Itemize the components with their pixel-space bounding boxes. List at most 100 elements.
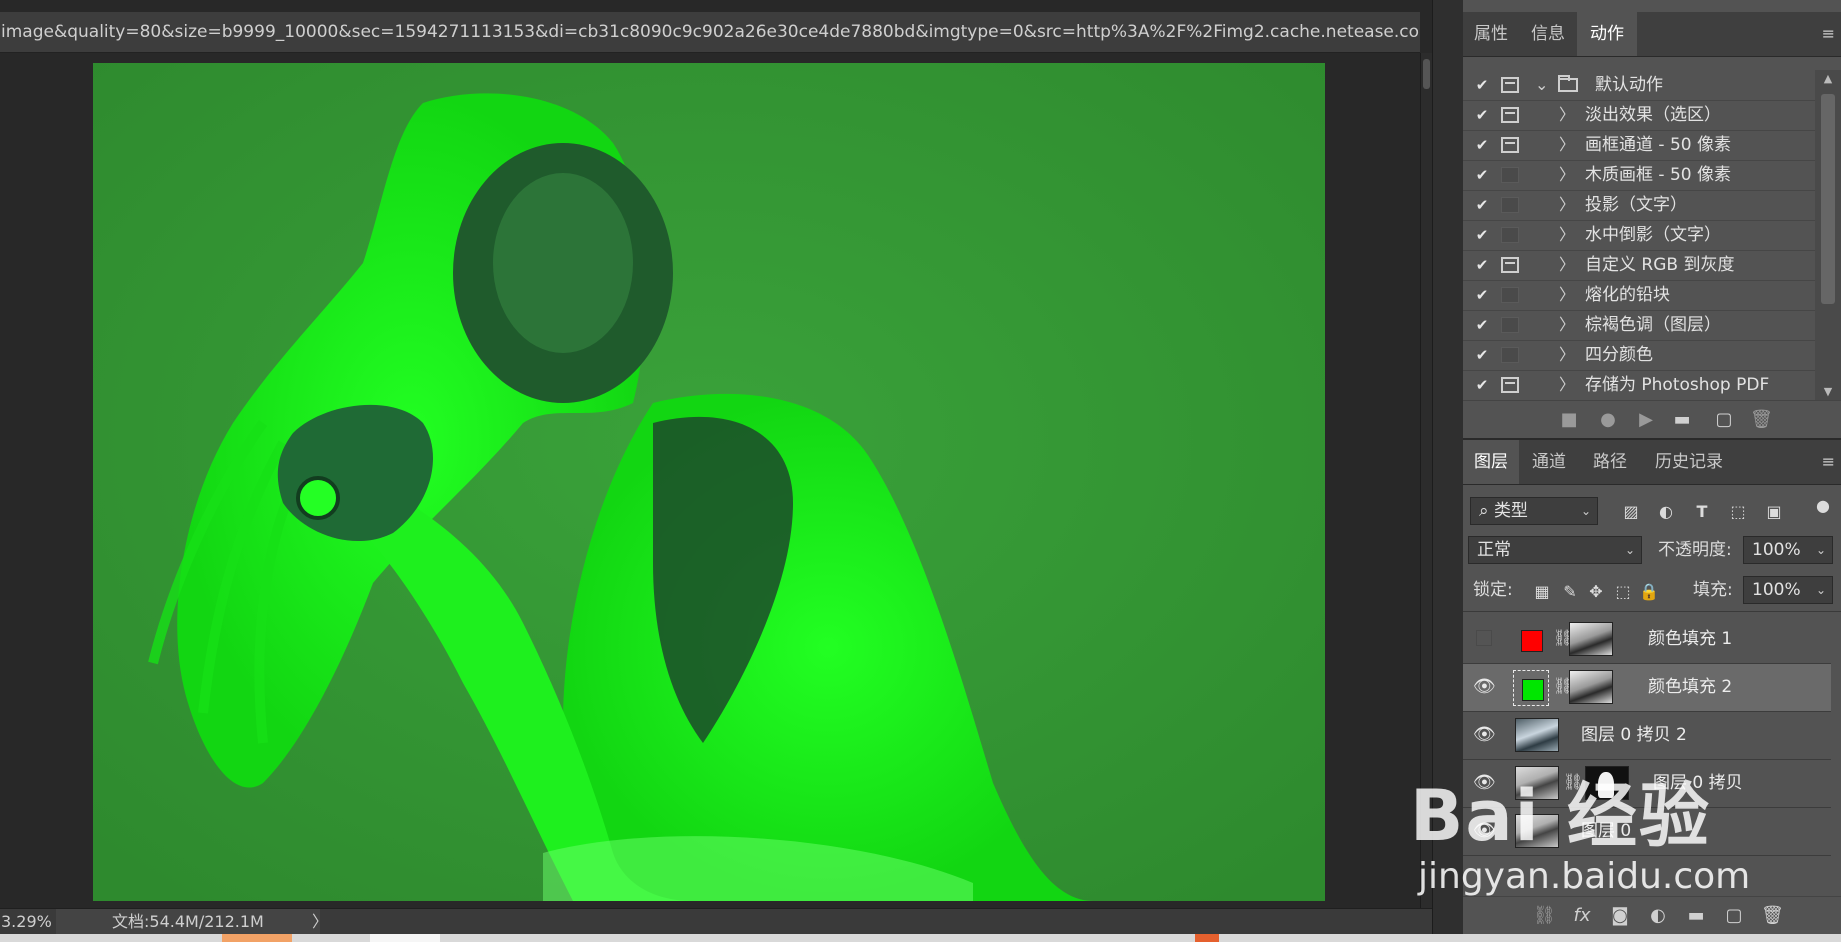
layer-mask-thumbnail[interactable] [1569,622,1613,656]
layer-name[interactable]: 图层 0 拷贝 2 [1581,712,1687,759]
layer-name[interactable]: 图层 0 [1581,808,1631,855]
fill-thumbnail[interactable] [1513,670,1549,706]
shape-filter-icon[interactable]: ⬚ [1728,502,1748,522]
chevron-right-icon[interactable]: 〉 [1559,310,1575,340]
check-icon[interactable]: ✔ [1471,160,1493,190]
type-filter-icon[interactable]: T [1692,502,1712,522]
fill-field[interactable]: 100% ⌄ [1743,576,1833,604]
dialog-toggle-icon[interactable] [1501,317,1519,333]
check-icon[interactable]: ✔ [1471,190,1493,220]
chevron-right-icon[interactable]: 〉 [1559,280,1575,310]
check-icon[interactable]: ✔ [1471,310,1493,340]
fx-icon[interactable]: fx [1571,905,1593,927]
zoom-level[interactable]: 3.29% [0,909,55,935]
chevron-down-icon[interactable]: ⌄ [1535,70,1548,100]
taskbar-item[interactable] [1195,934,1219,942]
action-item[interactable]: ✔ 〉 四分颜色 [1463,340,1815,371]
tab-info[interactable]: 信息 [1519,12,1577,56]
new-icon[interactable]: ▢ [1713,409,1735,431]
action-item[interactable]: ✔ 〉 熔化的铅块 [1463,280,1815,311]
action-item[interactable]: ✔ 〉 投影（文字） [1463,190,1815,221]
layer-row[interactable]: 👁 ⛓ 图层 0 拷贝 [1463,760,1831,808]
chevron-right-icon[interactable]: 〉 [1559,370,1575,400]
dialog-toggle-icon[interactable] [1501,107,1519,123]
action-item[interactable]: ✔ 〉 存储为 Photoshop PDF [1463,370,1815,400]
layer-mask-thumbnail[interactable] [1585,766,1629,800]
layer-row[interactable]: ⛓ 颜色填充 1 [1463,616,1831,664]
new-layer-icon[interactable]: ▢ [1723,905,1745,927]
link-icon[interactable]: ⛓ [1563,772,1583,791]
add-mask-icon[interactable]: ◙ [1609,905,1631,927]
stop-icon[interactable]: ■ [1558,409,1580,431]
layer-name[interactable]: 颜色填充 1 [1648,616,1732,663]
check-icon[interactable]: ✔ [1471,100,1493,130]
check-icon[interactable]: ✔ [1471,340,1493,370]
tab-history[interactable]: 历史记录 [1641,440,1737,484]
tab-channels[interactable]: 通道 [1519,440,1579,484]
blend-mode-dropdown[interactable]: 正常 ⌄ [1468,536,1642,564]
dialog-toggle-icon[interactable] [1501,167,1519,183]
action-item[interactable]: ✔ 〉 淡出效果（选区） [1463,100,1815,131]
dialog-toggle-icon[interactable] [1501,227,1519,243]
lock-move-icon[interactable]: ✥ [1586,582,1606,602]
action-item[interactable]: ✔ 〉 棕褐色调（图层） [1463,310,1815,341]
layer-row[interactable]: 👁 图层 0 [1463,808,1831,856]
scrollbar-thumb[interactable] [1423,59,1430,89]
taskbar-item[interactable] [370,934,440,942]
group-folder-icon[interactable]: ▬ [1685,905,1707,927]
action-item[interactable]: ✔ 〉 木质画框 - 50 像素 [1463,160,1815,191]
eye-icon[interactable]: 👁 [1473,724,1496,746]
filter-kind-dropdown[interactable]: ⌕ 类型 ⌄ [1470,497,1598,525]
layer-thumbnail[interactable] [1515,718,1559,752]
layer-mask-thumbnail[interactable] [1569,670,1613,704]
eye-icon[interactable]: 👁 [1473,820,1496,842]
layer-thumbnail[interactable] [1515,814,1559,848]
tab-actions[interactable]: 动作 [1577,12,1637,56]
adjustment-layer-icon[interactable]: ◐ [1647,905,1669,927]
link-layers-icon[interactable]: ⛓ [1533,905,1556,927]
check-icon[interactable]: ✔ [1471,280,1493,310]
actions-scrollbar[interactable]: ▲ ▼ [1815,70,1841,400]
delete-layer-icon[interactable]: 🗑 [1761,905,1784,927]
filter-toggle-icon[interactable]: ● [1813,496,1833,516]
visibility-toggle[interactable] [1476,630,1492,646]
action-item[interactable]: ✔ 〉 自定义 RGB 到灰度 [1463,250,1815,281]
dialog-toggle-icon[interactable] [1501,197,1519,213]
dialog-toggle-icon[interactable] [1501,287,1519,303]
action-item[interactable]: ✔ 〉 水中倒影（文字） [1463,220,1815,251]
chevron-right-icon[interactable]: 〉 [1559,160,1575,190]
dialog-toggle-icon[interactable] [1501,257,1519,273]
layer-row-selected[interactable]: 👁 ⛓ 颜色填充 2 [1463,664,1831,712]
layer-row[interactable]: 👁 图层 0 拷贝 2 [1463,712,1831,760]
check-icon[interactable]: ✔ [1471,370,1493,400]
folder-icon[interactable]: ▬ [1671,409,1693,431]
dialog-toggle-icon[interactable] [1501,77,1519,93]
scroll-down-icon[interactable]: ▼ [1819,385,1837,398]
fill-thumbnail[interactable] [1513,622,1549,658]
lock-all-icon[interactable]: 🔒 [1639,582,1659,602]
check-icon[interactable]: ✔ [1471,220,1493,250]
trash-icon[interactable]: 🗑 [1750,409,1773,431]
status-menu-arrow[interactable]: 〉 [312,909,328,935]
tab-properties[interactable]: 属性 [1463,12,1519,56]
check-icon[interactable]: ✔ [1471,130,1493,160]
record-icon[interactable]: ● [1597,409,1619,431]
eye-icon[interactable]: 👁 [1473,676,1496,698]
chevron-right-icon[interactable]: 〉 [1559,190,1575,220]
layer-name[interactable]: 图层 0 拷贝 [1653,760,1743,807]
chevron-right-icon[interactable]: 〉 [1559,340,1575,370]
action-item[interactable]: ✔ 〉 画框通道 - 50 像素 [1463,130,1815,161]
chevron-right-icon[interactable]: 〉 [1559,100,1575,130]
lock-artboard-icon[interactable]: ⬚ [1613,582,1633,602]
document-tab[interactable]: image&quality=80&size=b9999_10000&sec=15… [0,12,1420,53]
smart-object-filter-icon[interactable]: ▣ [1764,502,1784,522]
chevron-right-icon[interactable]: 〉 [1559,220,1575,250]
eye-icon[interactable]: 👁 [1473,772,1496,794]
adjustment-filter-icon[interactable]: ◐ [1656,502,1676,522]
tab-paths[interactable]: 路径 [1579,440,1641,484]
layer-name[interactable]: 颜色填充 2 [1648,664,1732,711]
lock-paint-brush-icon[interactable]: ✎ [1560,582,1580,602]
check-icon[interactable]: ✔ [1471,250,1493,280]
scrollbar-thumb[interactable] [1821,94,1835,304]
tab-layers[interactable]: 图层 [1463,440,1519,484]
